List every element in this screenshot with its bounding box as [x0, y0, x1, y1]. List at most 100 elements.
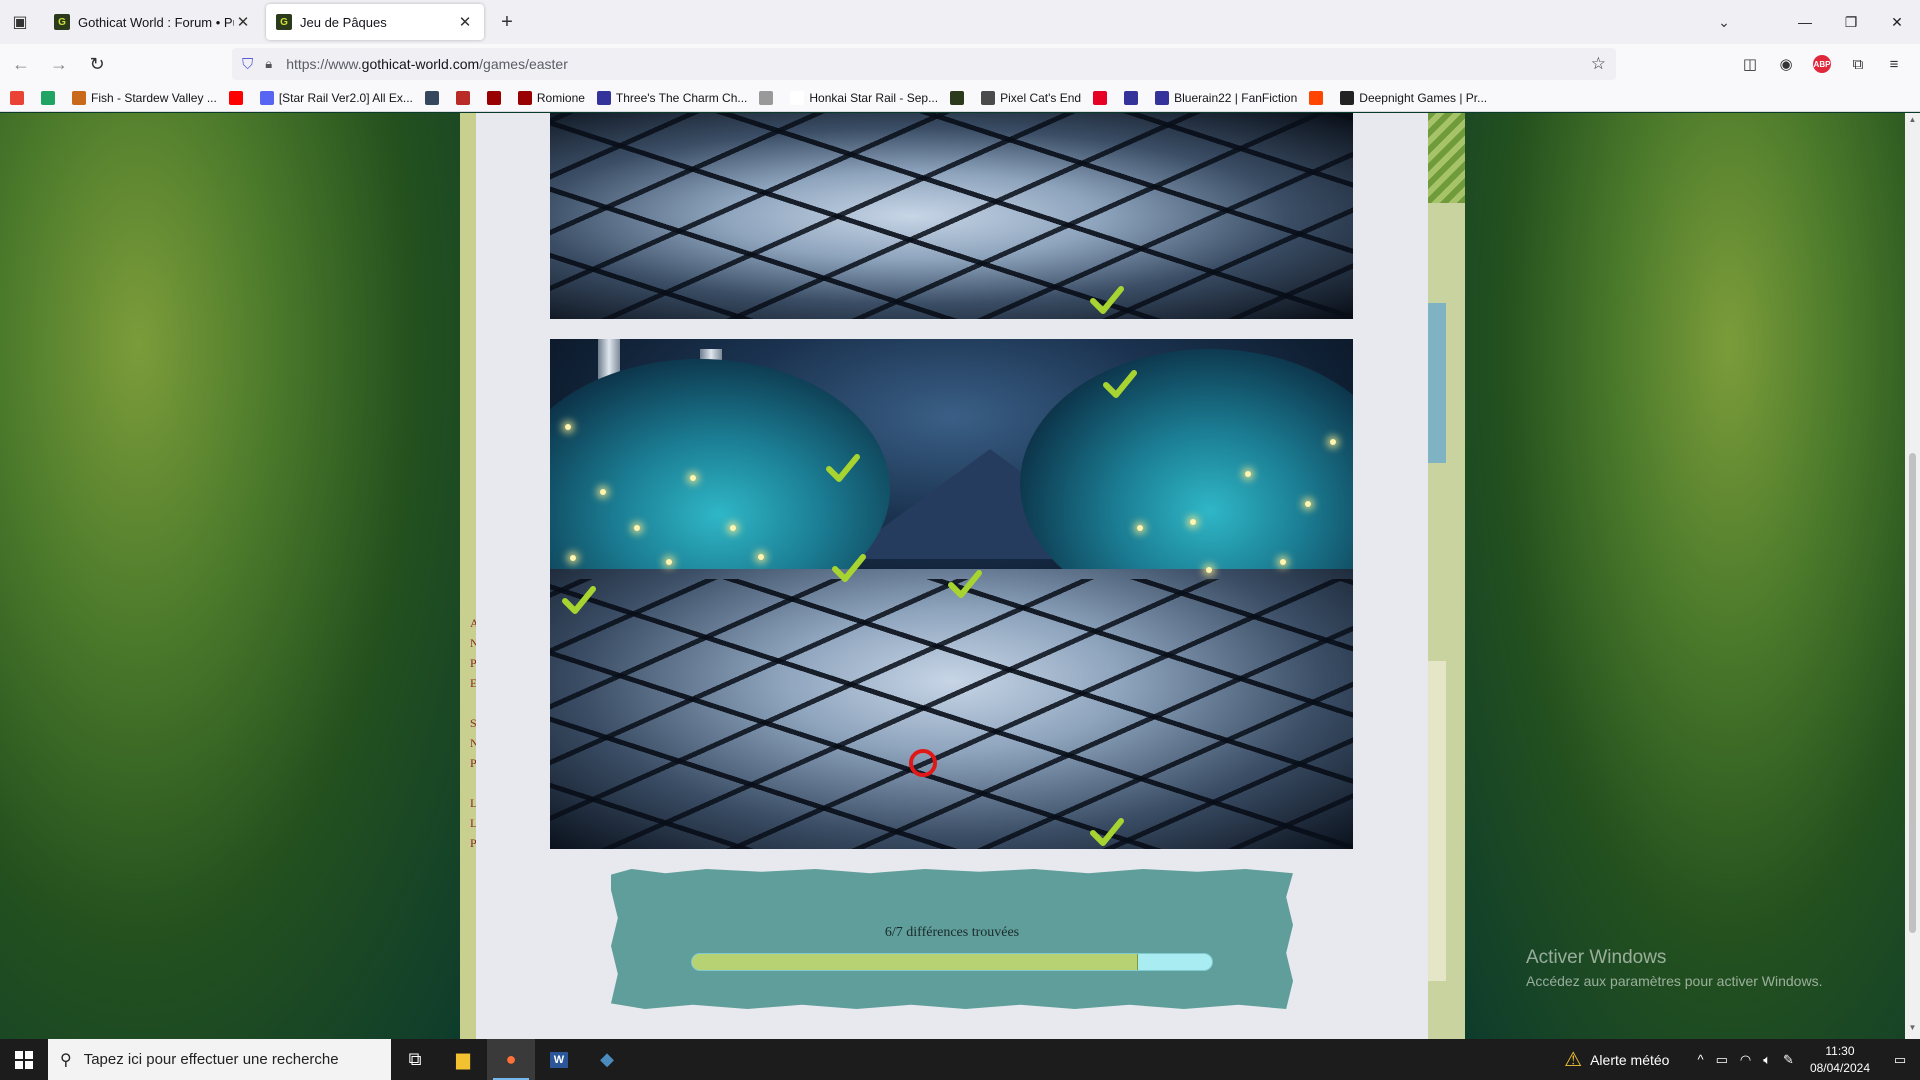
bookmark-item[interactable] [228, 90, 248, 105]
extensions-icon[interactable]: ⧉ [1840, 48, 1876, 80]
fanfiction-icon [1155, 90, 1170, 105]
pinterest-icon [1093, 90, 1108, 105]
lock-icon[interactable]: 🔒︎ [265, 56, 272, 72]
ao3-icon [486, 90, 501, 105]
scroll-down-arrow-icon[interactable]: ▼ [1905, 1023, 1920, 1037]
bookmark-item[interactable] [1093, 90, 1112, 105]
file-explorer-icon[interactable]: ▆ [439, 1039, 487, 1080]
url-bar[interactable]: ⛉ 🔒︎ https://www.gothicat-world.com/game… [232, 48, 1616, 80]
url-text[interactable]: https://www.gothicat-world.com/games/eas… [286, 56, 568, 72]
bookmark-item[interactable]: [Star Rail Ver2.0] All Ex... [259, 90, 413, 105]
firefox-icon[interactable]: ● [487, 1039, 535, 1080]
progress-panel: 6/7 différences trouvées [611, 869, 1293, 1009]
close-icon[interactable]: ✕ [456, 13, 474, 31]
original-image[interactable] [550, 113, 1353, 319]
firefly [1206, 567, 1212, 573]
youtube-icon [228, 90, 243, 105]
forward-arrow-icon[interactable]: → [42, 47, 76, 81]
scrollbar-thumb[interactable] [1909, 453, 1916, 933]
bookmark-item[interactable] [486, 90, 506, 105]
forum-side-panel [1428, 303, 1446, 463]
bookmark-item[interactable]: Pixel Cat's End [981, 90, 1082, 105]
adblock-icon[interactable]: ABP [1813, 55, 1831, 73]
bookmark-label: Pixel Cat's End [1000, 90, 1082, 105]
minimize-button[interactable]: — [1782, 0, 1828, 44]
quora-icon [455, 90, 470, 105]
task-view-icon[interactable]: ⧉ [391, 1039, 439, 1080]
firefly [570, 555, 576, 561]
bookmark-item[interactable] [41, 90, 60, 105]
found-checkmark-icon [826, 454, 860, 482]
firefly [730, 525, 736, 531]
tab-list-icon[interactable]: ▣ [0, 0, 40, 44]
bookmark-star-icon[interactable]: ☆ [1591, 54, 1606, 74]
python-icon[interactable]: ◆ [583, 1039, 631, 1080]
bookmark-label: Three's The Charm Ch... [615, 90, 748, 105]
bookmark-item[interactable] [10, 90, 29, 105]
reload-icon[interactable]: ↻ [80, 47, 114, 81]
tab-gothicat-forum[interactable]: G Gothicat World : Forum • Publi ✕ [44, 4, 262, 40]
found-checkmark-icon [832, 554, 866, 582]
blank-icon [790, 90, 805, 105]
vertical-scrollbar[interactable]: ▲ ▼ [1905, 113, 1920, 1039]
bookmark-item[interactable]: Honkai Star Rail - Sep... [790, 90, 939, 105]
click-marker-circle [909, 749, 937, 777]
bookmark-item[interactable] [1309, 90, 1328, 105]
chevron-up-icon[interactable]: ^ [1691, 1052, 1709, 1067]
bookmark-item[interactable]: Three's The Charm Ch... [596, 90, 748, 105]
activate-title: Activer Windows [1526, 947, 1667, 968]
activate-subtitle: Accédez aux paramètres pour activer Wind… [1526, 973, 1823, 989]
weather-alert[interactable]: ⚠ Alerte météo [1558, 1047, 1675, 1072]
bookmark-item[interactable] [950, 90, 969, 105]
close-window-button[interactable]: ✕ [1874, 0, 1920, 44]
firefly [634, 525, 640, 531]
bookmark-item[interactable]: Bluerain22 | FanFiction [1155, 90, 1297, 105]
bookmark-label: Romione [536, 90, 585, 105]
bookmark-label: Honkai Star Rail - Sep... [809, 90, 939, 105]
pocket-icon[interactable]: ◫ [1732, 48, 1768, 80]
taskbar-search-input[interactable]: ⚲ Tapez ici pour effectuer une recherche [48, 1039, 391, 1080]
modified-image[interactable] [550, 339, 1353, 849]
tab-bar: ▣ G Gothicat World : Forum • Publi ✕ G J… [0, 0, 1920, 44]
forum-edge-right [1428, 113, 1465, 1039]
found-checkmark-icon [1090, 286, 1124, 314]
toolbar-icons: ◫ ◉ ABP ⧉ ≡ [1732, 48, 1912, 80]
back-arrow-icon[interactable]: ← [4, 47, 38, 81]
bookmark-item[interactable] [759, 90, 778, 105]
word-icon[interactable]: W [535, 1039, 583, 1080]
stardew-icon [72, 90, 86, 105]
firefly [1137, 525, 1143, 531]
notification-icon[interactable]: ▭ [1880, 1039, 1920, 1080]
bookmark-item[interactable] [455, 90, 475, 105]
chevron-down-icon[interactable]: ⌄ [1710, 8, 1738, 36]
firefly [600, 489, 606, 495]
menu-icon[interactable]: ≡ [1876, 48, 1912, 80]
bookmark-item[interactable] [424, 90, 444, 105]
anime-icon [759, 90, 774, 105]
progress-bar [691, 953, 1213, 971]
new-tab-button[interactable]: + [490, 5, 524, 39]
progress-bar-fill [692, 954, 1138, 970]
pen-icon[interactable]: ✎ [1777, 1052, 1800, 1068]
windows-start-icon[interactable] [0, 1039, 48, 1080]
bookmark-item[interactable]: Deepnight Games | Pr... [1340, 90, 1487, 105]
search-placeholder: Tapez ici pour effectuer une recherche [83, 1051, 339, 1068]
close-icon[interactable]: ✕ [234, 13, 252, 31]
shield-icon[interactable]: ⛉ [242, 56, 253, 73]
battery-icon[interactable]: ▭ [1710, 1052, 1734, 1068]
wifi-icon[interactable]: ◠ [1734, 1052, 1757, 1068]
game-panel: 6/7 différences trouvées [476, 113, 1428, 1039]
bookmark-item[interactable]: Fish - Stardew Valley ... [72, 90, 217, 105]
stone-pattern [550, 579, 1353, 849]
account-icon[interactable]: ◉ [1768, 48, 1804, 80]
tab-title: Jeu de Pâques [300, 14, 387, 30]
tab-jeu-de-paques[interactable]: G Jeu de Pâques ✕ [266, 4, 484, 40]
restore-button[interactable]: ❐ [1828, 0, 1874, 44]
bookmark-item[interactable] [1124, 90, 1143, 105]
gmail-icon [10, 90, 24, 105]
windows-taskbar: ⚲ Tapez ici pour effectuer une recherche… [0, 1039, 1920, 1080]
volume-icon[interactable]: 🔈︎ [1757, 1052, 1777, 1068]
clock[interactable]: 11:30 08/04/2024 [1800, 1043, 1880, 1077]
scroll-up-arrow-icon[interactable]: ▲ [1905, 115, 1920, 129]
bookmark-item[interactable]: Romione [517, 90, 585, 105]
